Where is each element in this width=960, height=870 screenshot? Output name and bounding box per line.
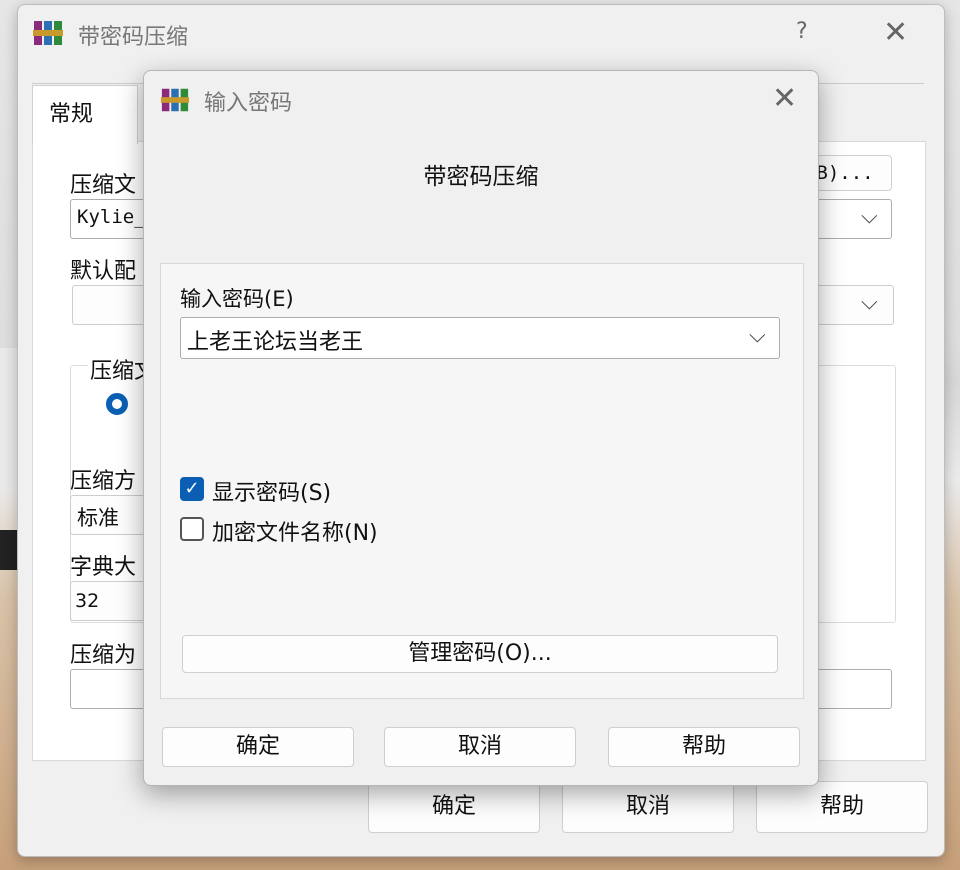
format-radio-rar[interactable] xyxy=(106,393,128,415)
chevron-down-icon[interactable]: ⌵ xyxy=(861,290,878,315)
dialog-ok-button[interactable]: 确定 xyxy=(162,727,354,767)
dialog-title: 输入密码 xyxy=(204,91,293,116)
tab-general[interactable]: 常规 xyxy=(32,85,138,144)
dictionary-size-label: 字典大 xyxy=(70,555,137,580)
password-dialog: 输入密码 ✕ 带密码压缩 输入密码(E) 上老王论坛当老王 ⌵ ✓ 显示密码(S… xyxy=(143,70,819,786)
method-value: 标准 xyxy=(77,506,119,530)
password-label: 输入密码(E) xyxy=(180,287,294,311)
help-icon[interactable]: ? xyxy=(796,19,808,44)
help-button[interactable]: 帮助 xyxy=(756,781,928,833)
close-icon[interactable]: ✕ xyxy=(883,15,908,50)
dialog-heading: 带密码压缩 xyxy=(423,164,539,190)
chevron-down-icon[interactable]: ⌵ xyxy=(861,204,878,229)
archive-name-label: 压缩文 xyxy=(70,173,137,198)
tab-general-label: 常规 xyxy=(49,102,94,127)
show-password-label[interactable]: 显示密码(S) xyxy=(212,475,331,507)
archive-name-value: Kylie_ xyxy=(77,206,146,228)
cancel-button[interactable]: 取消 xyxy=(562,781,734,833)
chevron-down-icon[interactable]: ⌵ xyxy=(749,323,766,348)
split-volumes-label: 压缩为 xyxy=(70,643,137,668)
winrar-app-icon xyxy=(160,88,190,112)
show-password-checkbox[interactable]: ✓ xyxy=(180,477,204,501)
password-value: 上老王论坛当老王 xyxy=(187,330,364,355)
password-input[interactable]: 上老王论坛当老王 ⌵ xyxy=(180,317,780,359)
dictionary-size-value: 32 xyxy=(75,590,100,612)
close-icon[interactable]: ✕ xyxy=(772,81,797,116)
dialog-cancel-button[interactable]: 取消 xyxy=(384,727,576,767)
dialog-help-button[interactable]: 帮助 xyxy=(608,727,800,767)
profile-label: 默认配 xyxy=(70,259,137,284)
encrypt-names-label[interactable]: 加密文件名称(N) xyxy=(212,515,378,547)
method-label: 压缩方 xyxy=(70,469,137,494)
encrypt-names-checkbox[interactable] xyxy=(180,517,204,541)
window-title: 带密码压缩 xyxy=(78,25,189,50)
ok-button[interactable]: 确定 xyxy=(368,781,540,833)
manage-passwords-button[interactable]: 管理密码(O)... xyxy=(182,635,778,673)
winrar-app-icon xyxy=(33,21,63,45)
